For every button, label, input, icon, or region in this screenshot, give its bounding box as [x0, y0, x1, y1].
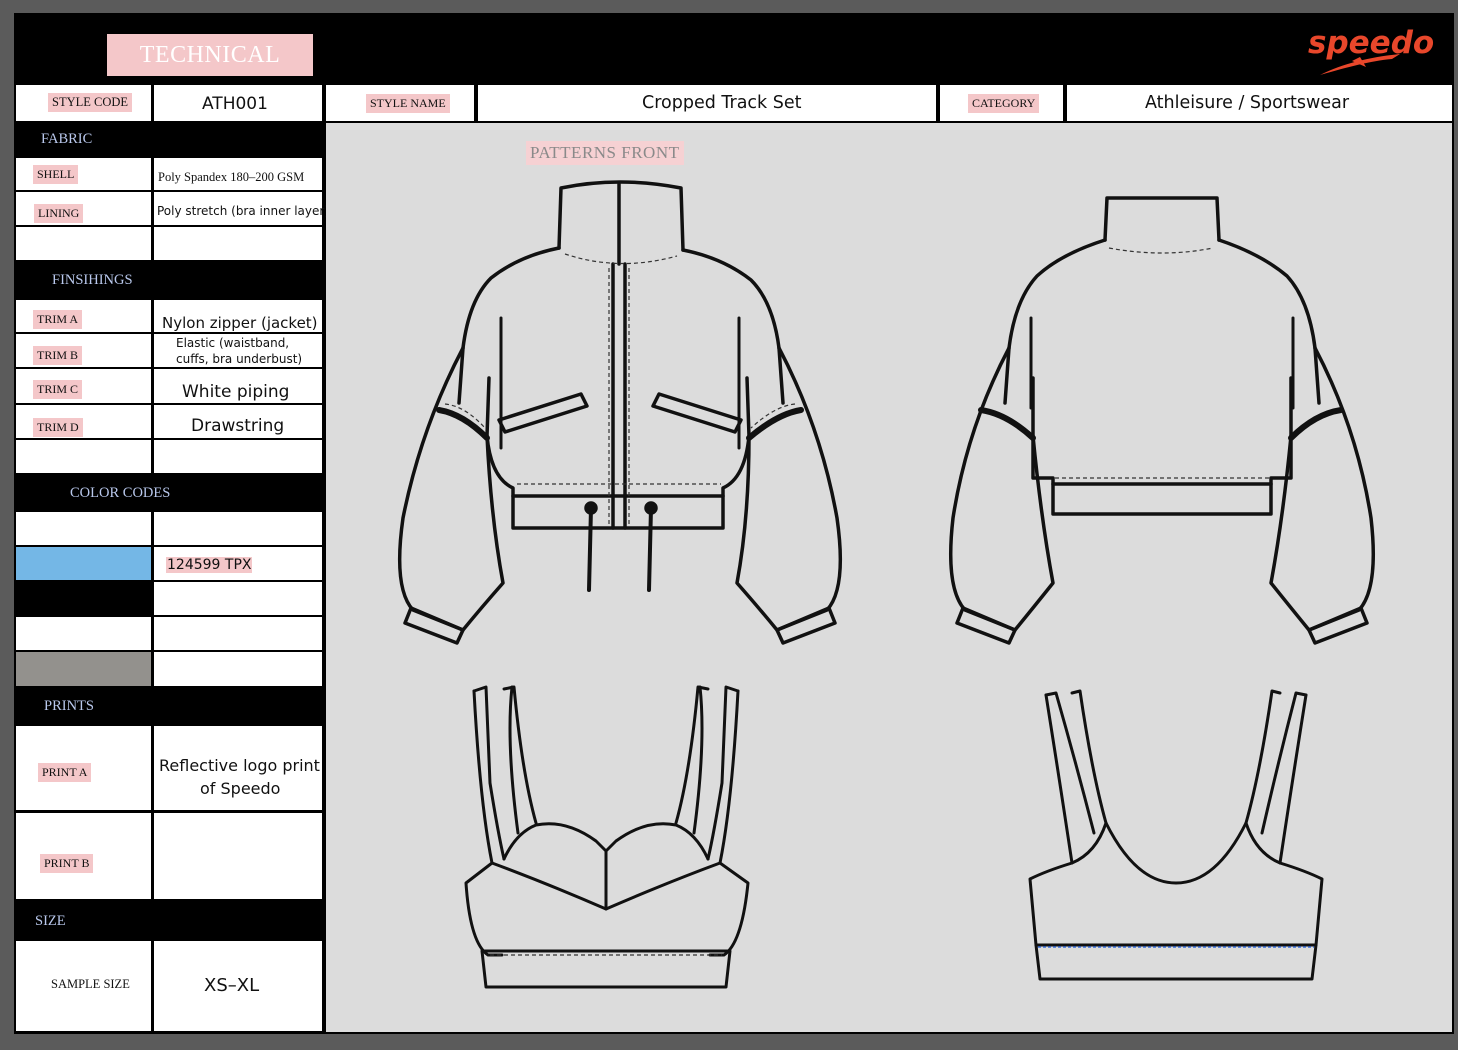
jacket-back-sketch — [941, 178, 1411, 648]
fabric-row-shell: SHELL Poly Spandex 180–200 GSM — [16, 158, 322, 190]
lining-value: Poly stretch (bra inner layer) — [157, 204, 329, 218]
print-a-value-line2: of Speedo — [200, 779, 281, 798]
print-b-label: PRINT B — [40, 854, 94, 873]
print-a-row: PRINT A Reflective logo print of Speedo — [16, 726, 322, 810]
color-row-3 — [16, 582, 322, 615]
style-code-label-cell: STYLE CODE — [16, 85, 153, 121]
category-cell: Athleisure / Sportswear — [1067, 85, 1452, 121]
spec-panel: FABRIC SHELL Poly Spandex 180–200 GSM LI… — [14, 121, 329, 1034]
color-swatch-4 — [16, 617, 151, 650]
sample-size-value: XS–XL — [204, 975, 260, 996]
page-title: TECHNICAL PACK — [107, 34, 313, 110]
trim-a-label: TRIM A — [33, 310, 83, 329]
color-swatch-1 — [16, 512, 151, 545]
shell-value: Poly Spandex 180–200 GSM — [158, 170, 305, 184]
lining-label: LINING — [34, 204, 84, 223]
style-code-cell: ATH001 — [154, 85, 324, 121]
category-label: CATEGORY — [968, 94, 1040, 113]
color-code-2: 124599 TPX — [166, 557, 253, 573]
patterns-front-label: PATTERNS FRONT — [526, 141, 684, 165]
color-row-1 — [16, 512, 322, 545]
trim-d-label: TRIM D — [33, 418, 83, 437]
sample-size-label: SAMPLE SIZE — [51, 977, 130, 991]
trim-a-row: TRIM A Nylon zipper (jacket) — [16, 300, 322, 332]
trim-c-label: TRIM C — [33, 380, 83, 399]
color-row-5 — [16, 652, 322, 686]
print-b-row: PRINT B — [16, 813, 322, 899]
color-swatch-2 — [16, 547, 151, 580]
color-swatch-5 — [16, 652, 151, 686]
style-name-cell: Cropped Track Set — [478, 85, 938, 121]
jacket-front-sketch — [381, 178, 851, 648]
color-swatch-3 — [16, 582, 151, 615]
category-value: Athleisure / Sportswear — [1145, 93, 1350, 113]
trim-a-value: Nylon zipper (jacket) — [162, 314, 318, 332]
category-label-cell: CATEGORY — [940, 85, 1065, 121]
header-bar: TECHNICAL PACK speedo — [14, 13, 1454, 110]
fabric-row-lining: LINING Poly stretch (bra inner layer) — [16, 192, 329, 225]
tech-pack-sheet: TECHNICAL PACK speedo STYLE CODE ATH001 … — [14, 13, 1454, 1034]
color-row-4 — [16, 617, 322, 650]
bra-back-sketch — [1016, 683, 1346, 1003]
style-code-value: ATH001 — [202, 94, 268, 114]
svg-text:speedo: speedo — [1308, 25, 1434, 61]
size-section-header: SIZE — [14, 901, 324, 939]
style-name-value: Cropped Track Set — [642, 93, 802, 113]
finishings-row-empty — [16, 440, 322, 473]
style-code-label: STYLE CODE — [48, 93, 133, 112]
print-a-value-line1: Reflective logo print — [159, 756, 320, 775]
color-codes-section-header: COLOR CODES — [14, 475, 324, 511]
fabric-row-empty — [16, 227, 322, 260]
finishings-section-header: FINSIHINGS — [14, 262, 324, 298]
print-a-label: PRINT A — [38, 763, 92, 782]
trim-b-label: TRIM B — [33, 346, 83, 365]
sketch-canvas: PATTERNS FRONT — [326, 123, 1452, 1032]
speedo-logo: speedo — [1308, 25, 1434, 75]
shell-label: SHELL — [33, 165, 79, 184]
bra-front-sketch — [456, 683, 786, 1003]
fabric-section-header: FABRIC — [14, 121, 324, 157]
trim-b-value-line2: cuffs, bra underbust) — [176, 352, 303, 366]
trim-c-value: White piping — [182, 382, 290, 402]
trim-d-value: Drawstring — [191, 416, 285, 436]
sample-size-row: SAMPLE SIZE XS–XL — [16, 941, 322, 1031]
prints-section-header: PRINTS — [14, 688, 324, 724]
style-name-label-cell: STYLE NAME — [326, 85, 476, 121]
color-row-2: 124599 TPX — [16, 547, 322, 580]
trim-c-row: TRIM C White piping — [16, 369, 322, 403]
trim-d-row: TRIM D Drawstring — [16, 405, 322, 438]
trim-b-value-line1: Elastic (waistband, — [176, 336, 290, 350]
style-name-label: STYLE NAME — [366, 94, 450, 113]
trim-b-row: TRIM B Elastic (waistband, cuffs, bra un… — [16, 334, 322, 367]
